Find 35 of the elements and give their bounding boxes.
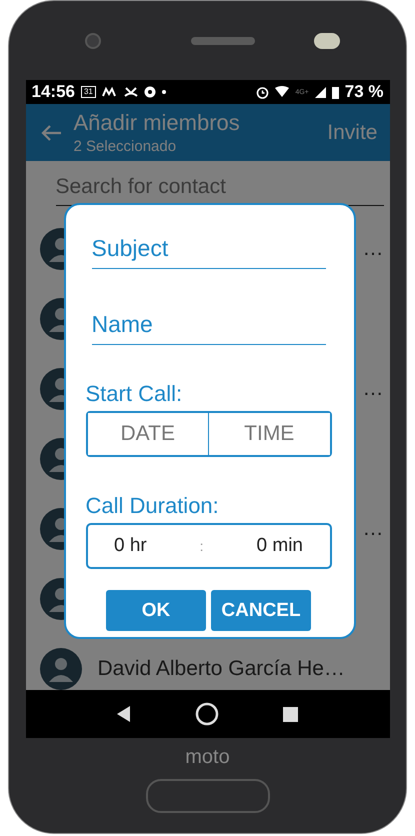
invite-button[interactable]: Invite xyxy=(327,120,378,144)
duration-field[interactable]: 0 hr : 0 min xyxy=(86,523,332,569)
signal-icon xyxy=(314,86,326,98)
back-arrow-icon[interactable] xyxy=(40,124,62,142)
calendar-icon: 31 xyxy=(80,86,96,98)
contact-name[interactable]: … xyxy=(362,377,384,401)
minutes-value: 0 min xyxy=(256,535,303,557)
notification-icon xyxy=(102,86,118,98)
ok-button[interactable]: OK xyxy=(106,590,206,631)
contact-name[interactable]: David Alberto García He… xyxy=(98,657,345,681)
app-title: Añadir miembros xyxy=(74,110,241,136)
status-time: 14:56 xyxy=(32,82,75,102)
contact-name[interactable]: … xyxy=(362,237,384,261)
ball-icon xyxy=(144,86,156,98)
separator: : xyxy=(200,538,204,554)
brand-label: moto xyxy=(185,746,230,769)
call-duration-label: Call Duration: xyxy=(86,493,220,519)
avatar-icon xyxy=(40,648,82,690)
app-subtitle: 2 Seleccionado xyxy=(74,138,178,155)
speaker-grille xyxy=(190,36,254,44)
start-call-label: Start Call: xyxy=(86,381,184,407)
recents-icon[interactable] xyxy=(282,706,298,722)
cancel-button[interactable]: CANCEL xyxy=(211,590,311,631)
wifi-icon xyxy=(275,86,290,98)
dot-icon xyxy=(162,90,166,94)
contact-name[interactable]: … xyxy=(362,517,384,541)
battery-percent: 73 % xyxy=(344,82,384,102)
time-button[interactable]: TIME xyxy=(208,413,330,455)
flash-icon xyxy=(314,32,340,48)
battery-icon xyxy=(332,86,339,98)
hours-value: 0 hr xyxy=(114,535,147,557)
camera-icon xyxy=(85,32,101,48)
alarm-icon xyxy=(256,86,270,98)
home-icon[interactable] xyxy=(194,702,219,726)
back-icon[interactable] xyxy=(117,706,132,722)
